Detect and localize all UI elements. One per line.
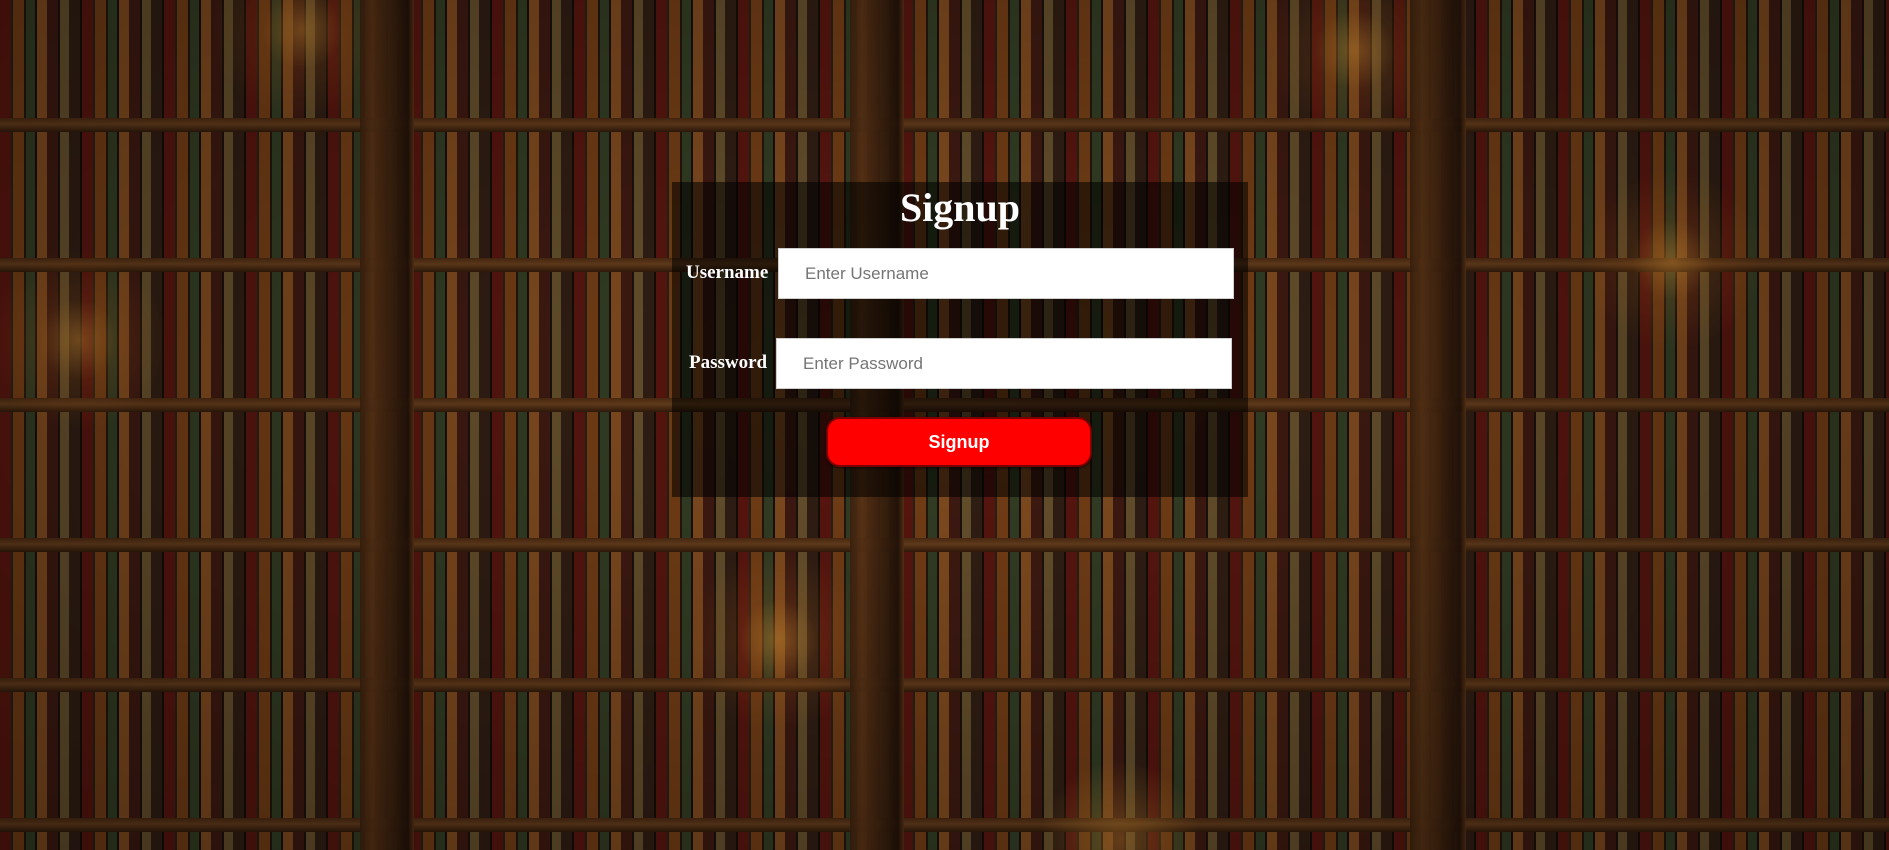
password-label: Password: [689, 352, 768, 373]
form-title: Signup: [899, 185, 1021, 230]
signup-button[interactable]: Signup: [826, 417, 1092, 467]
signup-form: Signup Username Password Signup: [672, 182, 1248, 497]
username-label: Username: [686, 262, 769, 283]
username-input[interactable]: [778, 248, 1234, 299]
password-input[interactable]: [776, 338, 1232, 389]
